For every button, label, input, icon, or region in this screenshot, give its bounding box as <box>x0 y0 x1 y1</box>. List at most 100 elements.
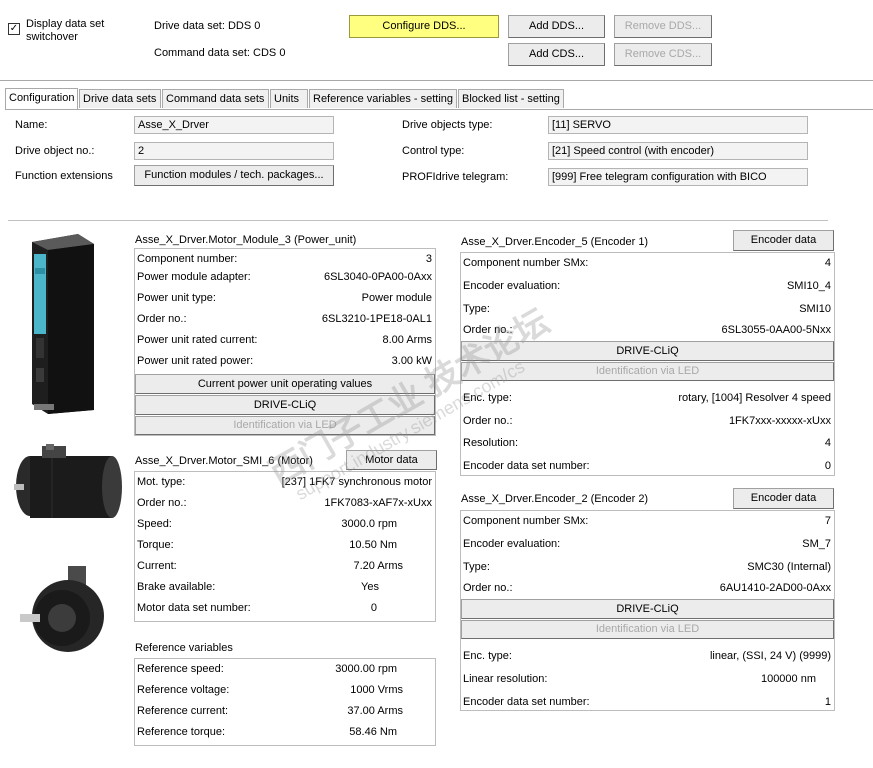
encoder2-panel: Component number SMx: 7 Encoder evaluatio… <box>460 510 835 711</box>
tab-configuration[interactable]: Configuration <box>5 88 78 109</box>
e5-v-6: 4 <box>824 437 831 449</box>
encoder5-data-button[interactable]: Encoder data <box>733 230 834 251</box>
ref-k-1: Reference voltage: <box>137 684 230 696</box>
e2-v-3: 6AU1410-2AD00-0Axx <box>719 582 831 594</box>
e2-drive-cliq-button[interactable]: DRIVE-CLiQ <box>461 599 834 619</box>
config-separator <box>8 220 828 221</box>
motor-module-image <box>32 234 94 414</box>
tab-blocked-list[interactable]: Blocked list - setting <box>458 89 564 108</box>
name-label: Name: <box>15 119 48 131</box>
remove-dds-button[interactable]: Remove DDS... <box>614 15 712 38</box>
control-type-field[interactable]: [21] Speed control (with encoder) <box>548 142 808 160</box>
e5-drive-cliq-button[interactable]: DRIVE-CLiQ <box>461 341 834 361</box>
telegram-label: PROFIdrive telegram: <box>402 171 509 183</box>
tab-command-data-sets[interactable]: Command data sets <box>162 89 269 108</box>
name-field[interactable]: Asse_X_Drver <box>134 116 334 134</box>
tab-baseline <box>5 109 873 110</box>
e2-identification-led-button[interactable]: Identification via LED <box>461 620 834 639</box>
e2-v-0: 7 <box>824 515 831 527</box>
tab-units[interactable]: Units <box>270 89 308 108</box>
e2-v-4: linear, (SSI, 24 V) (9999) <box>709 650 831 662</box>
motor-title: Asse_X_Drver.Motor_SMI_6 (Motor) <box>135 455 313 467</box>
encoder2-title: Asse_X_Drver.Encoder_2 (Encoder 2) <box>461 493 649 505</box>
e5-v-1: SMI10_4 <box>786 280 831 292</box>
e5-v-4: rotary, [1004] Resolver 4 speed <box>678 392 831 404</box>
e5-v-2: SMI10 <box>799 303 831 315</box>
pu-k-0: Component number: <box>137 253 238 265</box>
pu-drive-cliq-button[interactable]: DRIVE-CLiQ <box>135 395 435 415</box>
ref-k-3: Reference torque: <box>137 726 226 738</box>
motor-panel: Mot. type: [237] 1FK7 synchronous motor O… <box>134 471 436 622</box>
dds-label: Drive data set: DDS 0 <box>154 20 261 32</box>
mot-k-3: Torque: <box>137 539 174 551</box>
remove-cds-button[interactable]: Remove CDS... <box>614 43 712 66</box>
mot-k-2: Speed: <box>137 518 172 530</box>
e2-k-2: Type: <box>463 561 490 573</box>
function-modules-button[interactable]: Function modules / tech. packages... <box>134 165 334 186</box>
pu-k-4: Power unit rated current: <box>137 334 258 346</box>
ref-k-2: Reference current: <box>137 705 229 717</box>
mot-v-2: 3000.0 rpm <box>341 518 397 530</box>
pu-v-3: 6SL3210-1PE18-0AL1 <box>321 313 432 325</box>
mot-v-6: 0 <box>370 602 377 614</box>
drive-objects-type-field[interactable]: [11] SERVO <box>548 116 808 134</box>
encoder-image <box>20 566 104 652</box>
e2-v-1: SM_7 <box>802 538 831 550</box>
motor-image <box>14 444 122 518</box>
pu-k-2: Power unit type: <box>137 292 216 304</box>
encoder2-data-button[interactable]: Encoder data <box>733 488 834 509</box>
mot-v-4: 7.20 Arms <box>353 560 403 572</box>
motor-data-button[interactable]: Motor data <box>346 450 437 470</box>
tab-drive-data-sets[interactable]: Drive data sets <box>79 89 161 108</box>
mot-v-3: 10.50 Nm <box>349 539 397 551</box>
mot-k-1: Order no.: <box>137 497 187 509</box>
power-unit-panel: Component number: 3 Power module adapter:… <box>134 248 436 436</box>
add-dds-button[interactable]: Add DDS... <box>508 15 605 38</box>
e2-k-6: Encoder data set number: <box>463 696 590 708</box>
switchover-label-2: switchover <box>26 31 78 43</box>
top-area <box>0 0 873 78</box>
configure-dds-button[interactable]: Configure DDS... <box>349 15 499 38</box>
mot-v-0: [237] 1FK7 synchronous motor <box>281 476 432 488</box>
mot-k-4: Current: <box>137 560 177 572</box>
ref-k-0: Reference speed: <box>137 663 224 675</box>
ref-v-0: 3000.00 rpm <box>335 663 397 675</box>
pu-identification-led-button[interactable]: Identification via LED <box>135 416 435 435</box>
ref-v-3: 58.46 Nm <box>349 726 397 738</box>
e5-k-0: Component number SMx: <box>463 257 589 269</box>
e5-k-6: Resolution: <box>463 437 519 449</box>
add-cds-button[interactable]: Add CDS... <box>508 43 605 66</box>
cds-label: Command data set: CDS 0 <box>154 47 286 59</box>
function-extensions-label: Function extensions <box>15 170 113 182</box>
drive-object-no-label: Drive object no.: <box>15 145 95 157</box>
e5-v-5: 1FK7xxx-xxxxx-xUxx <box>728 415 831 427</box>
reference-title: Reference variables <box>135 642 233 654</box>
e2-k-0: Component number SMx: <box>463 515 589 527</box>
e5-k-4: Enc. type: <box>463 392 512 404</box>
drive-object-no-field[interactable]: 2 <box>134 142 334 160</box>
e2-k-4: Enc. type: <box>463 650 512 662</box>
switchover-checkbox[interactable]: ✓ <box>8 23 20 35</box>
e5-v-7: 0 <box>824 460 831 472</box>
reference-panel: Reference speed: 3000.00 rpm Reference vo… <box>134 658 436 746</box>
e5-k-3: Order no.: <box>463 324 513 336</box>
pu-v-5: 3.00 kW <box>391 355 432 367</box>
e5-v-3: 6SL3055-0AA00-5Nxx <box>721 324 831 336</box>
top-separator <box>0 80 873 81</box>
e2-v-6: 1 <box>824 696 831 708</box>
mot-k-0: Mot. type: <box>137 476 186 488</box>
e2-v-2: SMC30 (Internal) <box>747 561 831 573</box>
e5-v-0: 4 <box>824 257 831 269</box>
pu-k-3: Order no.: <box>137 313 187 325</box>
e5-k-7: Encoder data set number: <box>463 460 590 472</box>
switchover-label-1: Display data set <box>26 18 105 30</box>
pu-k-1: Power module adapter: <box>137 271 251 283</box>
e2-k-1: Encoder evaluation: <box>463 538 561 550</box>
e5-identification-led-button[interactable]: Identification via LED <box>461 362 834 381</box>
operating-values-button[interactable]: Current power unit operating values <box>135 374 435 394</box>
e5-k-2: Type: <box>463 303 490 315</box>
mot-v-1: 1FK7083-xAF7x-xUxx <box>324 497 432 509</box>
telegram-field[interactable]: [999] Free telegram configuration with B… <box>548 168 808 186</box>
tab-reference-variables[interactable]: Reference variables - setting <box>309 89 457 108</box>
drive-objects-type-label: Drive objects type: <box>402 119 493 131</box>
